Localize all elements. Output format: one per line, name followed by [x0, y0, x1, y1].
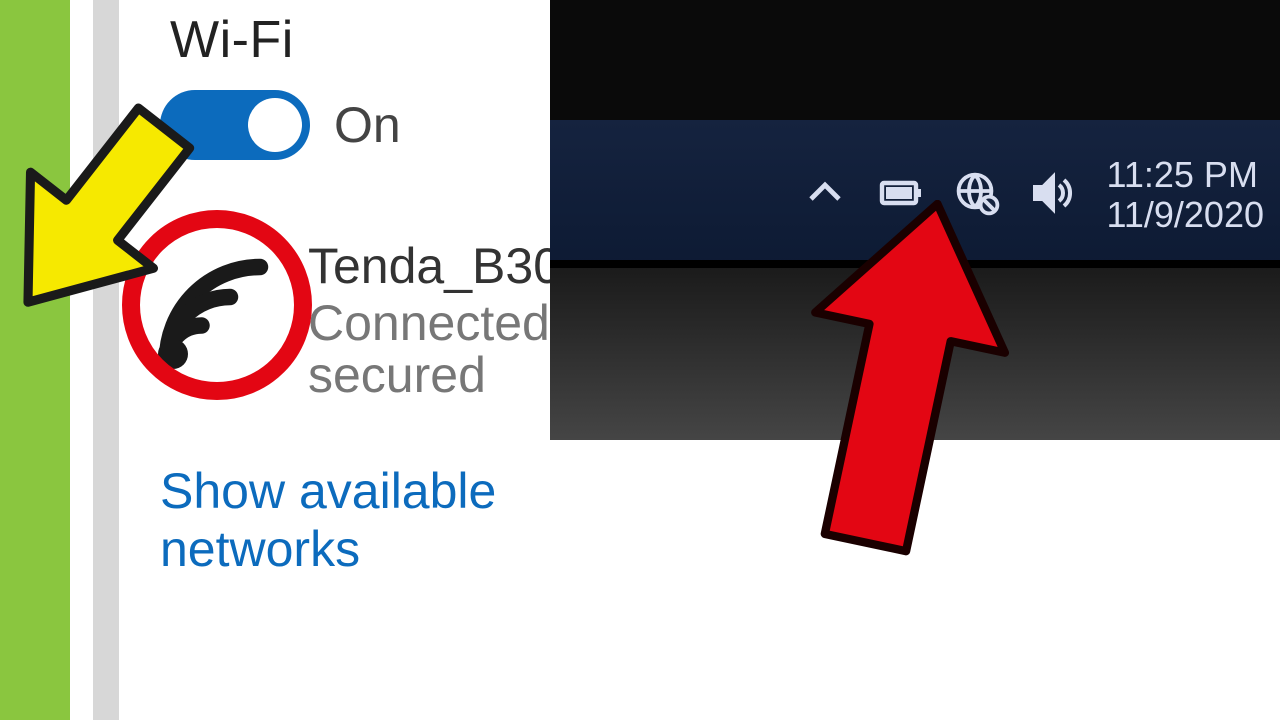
show-available-networks-link[interactable]: Show available networks	[160, 462, 690, 578]
laptop-body	[550, 260, 1280, 440]
taskbar-photo-panel: 11:25 PM 11/9/2020	[550, 0, 1280, 440]
taskbar-date: 11/9/2020	[1107, 195, 1264, 235]
wifi-toggle-label: On	[334, 96, 401, 154]
laptop-screen-black	[550, 0, 1280, 120]
wifi-toggle-knob	[248, 98, 302, 152]
wifi-signal-icon	[140, 240, 290, 390]
network-globe-no-internet-icon[interactable]	[953, 169, 1001, 222]
system-tray	[801, 169, 1077, 222]
taskbar-clock[interactable]: 11:25 PM 11/9/2020	[1107, 155, 1264, 234]
wifi-toggle[interactable]	[160, 90, 310, 160]
windows-taskbar: 11:25 PM 11/9/2020	[550, 120, 1280, 270]
volume-icon[interactable]	[1029, 169, 1077, 222]
thumbnail-accent-stripe	[0, 0, 70, 720]
tray-overflow-icon[interactable]	[801, 169, 849, 222]
taskbar-time: 11:25 PM	[1107, 155, 1264, 195]
thumbnail-divider	[93, 0, 119, 720]
battery-icon[interactable]	[877, 169, 925, 222]
